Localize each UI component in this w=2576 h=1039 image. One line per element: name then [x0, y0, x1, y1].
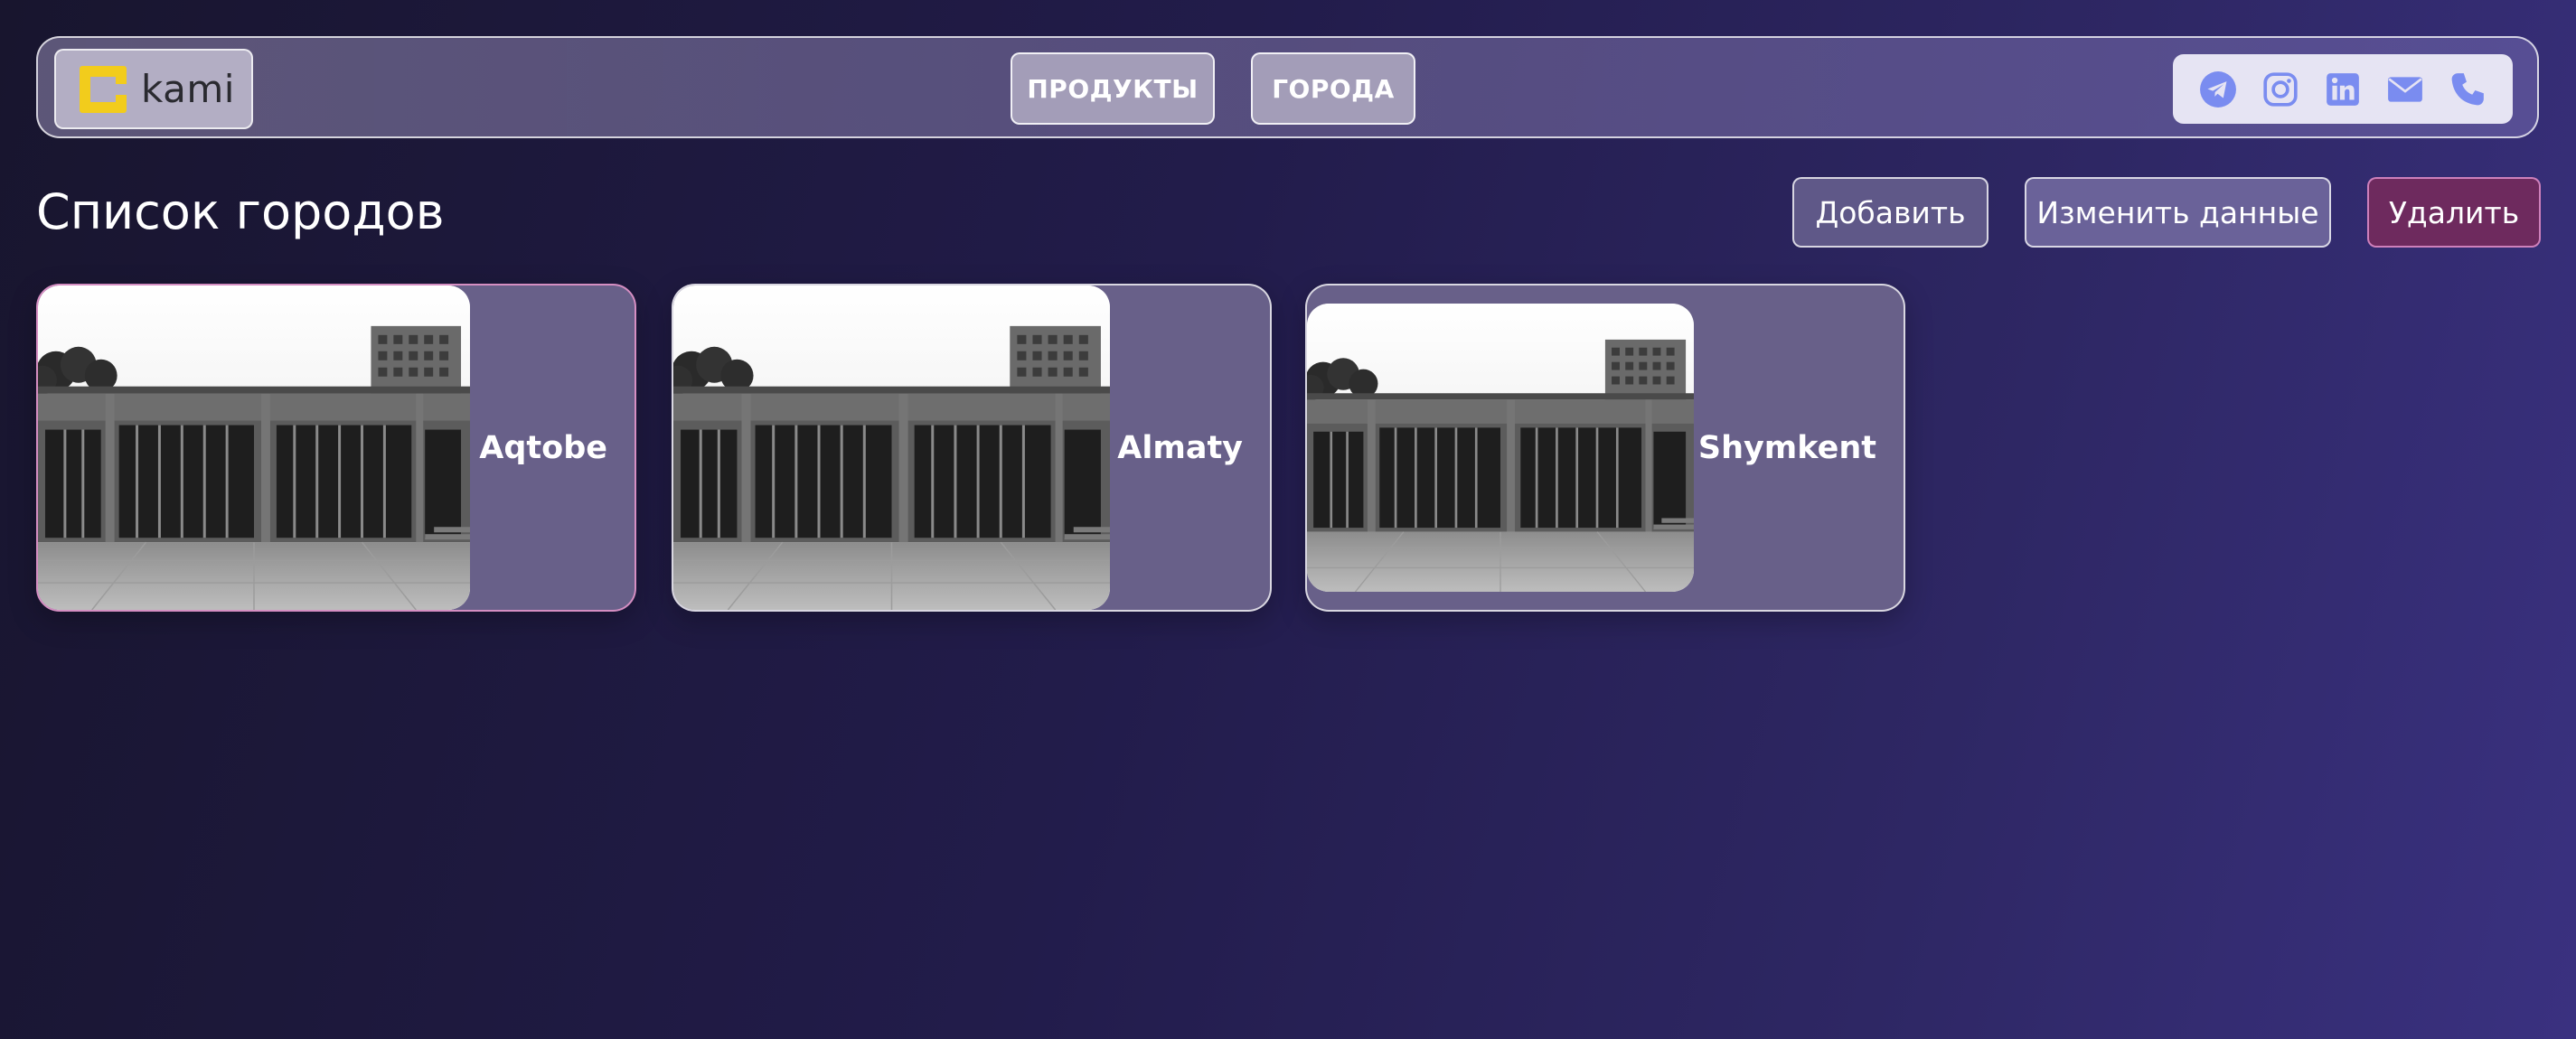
add-city-button[interactable]: Добавить: [1792, 177, 1988, 248]
city-photo: [673, 285, 1110, 610]
city-name: Aqtobe: [479, 429, 607, 466]
phone-icon[interactable]: [2448, 70, 2487, 109]
city-card[interactable]: Shymkent: [1305, 284, 1905, 612]
telegram-icon[interactable]: [2198, 70, 2238, 109]
city-card[interactable]: Aqtobe: [36, 284, 636, 612]
nav-products-button[interactable]: ПРОДУКТЫ: [1011, 52, 1215, 125]
instagram-icon[interactable]: [2261, 70, 2300, 109]
city-photo: [38, 285, 470, 610]
page-title: Список городов: [36, 183, 445, 240]
city-name: Almaty: [1117, 429, 1243, 466]
logo-home-link[interactable]: kami: [54, 49, 253, 129]
mail-icon[interactable]: [2385, 70, 2425, 109]
logo-text: kami: [141, 67, 235, 111]
city-name: Shymkent: [1697, 429, 1876, 466]
top-navbar: kami ПРОДУКТЫ ГОРОДА: [36, 36, 2539, 138]
city-card[interactable]: Almaty: [672, 284, 1272, 612]
nav-cities-button[interactable]: ГОРОДА: [1251, 52, 1415, 125]
edit-city-button[interactable]: Изменить данные: [2025, 177, 2331, 248]
city-photo: [1307, 304, 1694, 592]
social-links: [2173, 54, 2513, 124]
linkedin-icon[interactable]: [2323, 70, 2363, 109]
delete-city-button[interactable]: Удалить: [2367, 177, 2541, 248]
logo-icon: [80, 65, 127, 113]
